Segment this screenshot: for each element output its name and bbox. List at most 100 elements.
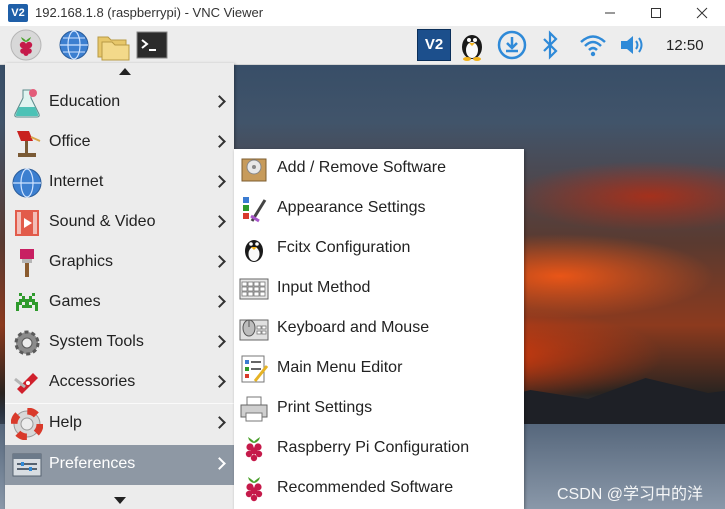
close-button[interactable] [679,0,725,26]
flask-icon [14,89,40,118]
submenu-item-label: Main Menu Editor [277,359,403,376]
chevron-right-icon [213,457,226,470]
menu-item-graphics[interactable]: Graphics [5,243,234,283]
menu-item-label: Internet [49,173,104,190]
menu-item-label: Graphics [49,253,114,270]
vnc-tray-icon: V2 [417,29,451,61]
penguin-icon [245,240,263,262]
raspberry-icon [245,437,263,462]
menu-item-help[interactable]: Help [5,404,234,444]
globe-icon [12,168,42,198]
maximize-icon [651,8,661,18]
chevron-right-icon [213,335,226,348]
lifebuoy-icon [11,408,43,440]
submenu-item-print-settings[interactable]: Print Settings [234,389,524,429]
speaker-icon [621,36,643,54]
menu-editor-icon [241,355,269,383]
menu-item-accessories[interactable]: Accessories [5,363,234,403]
download-icon [497,30,527,60]
preferences-submenu: Add / Remove Software Appearance Setting… [234,149,524,509]
vnc-logo-icon: V2 [8,4,28,22]
chevron-right-icon [213,375,226,388]
raspberry-icon [10,29,42,61]
chevron-right-icon [213,95,226,108]
vnc-server-tray[interactable]: V2 [417,29,451,61]
menu-item-label: Sound & Video [49,213,156,230]
terminal-launcher[interactable] [136,29,168,61]
submenu-item-main-menu-editor[interactable]: Main Menu Editor [234,349,524,389]
desk-lamp-icon [17,131,41,157]
updater-tray[interactable] [497,29,527,61]
chevron-right-icon [213,215,226,228]
watermark: CSDN @学习中的洋 [557,486,704,503]
submenu-item-label: Keyboard and Mouse [277,319,430,336]
globe-icon [59,30,89,60]
keyboard-mouse-icon [239,319,269,341]
fcitx-tray[interactable] [456,29,488,61]
main-menu: Education Office Internet Sound & Video [5,63,234,509]
chevron-right-icon [213,175,226,188]
menu-item-games[interactable]: Games [5,283,234,323]
submenu-item-appearance-settings[interactable]: Appearance Settings [234,189,524,229]
menu-item-label: Help [49,414,82,431]
folder-icon [97,36,130,61]
raspberry-menu-button[interactable] [10,29,42,61]
pi-taskbar: V2 12:50 [0,26,725,65]
chevron-right-icon [213,255,226,268]
wifi-tray[interactable] [578,29,608,61]
menu-item-label: Education [49,93,121,110]
package-icon [241,158,267,182]
film-icon [15,210,39,236]
palette-icon [243,197,267,223]
bluetooth-icon [543,30,558,60]
submenu-item-label: Fcitx Configuration [277,239,411,256]
clock[interactable]: 12:50 [666,37,704,54]
menu-item-system-tools[interactable]: System Tools [5,323,234,363]
submenu-item-raspberry-pi-configuration[interactable]: Raspberry Pi Configuration [234,429,524,469]
submenu-item-fcitx-configuration[interactable]: Fcitx Configuration [234,229,524,269]
menu-item-label: Games [49,293,101,310]
penguin-icon [462,35,482,61]
minimize-button[interactable] [587,0,633,26]
menu-item-sound-video[interactable]: Sound & Video [5,203,234,243]
submenu-item-label: Add / Remove Software [277,159,446,176]
wifi-icon [580,35,606,57]
submenu-item-label: Input Method [277,279,371,296]
submenu-item-recommended-software[interactable]: Recommended Software [234,469,524,509]
submenu-item-add-remove-software[interactable]: Add / Remove Software [234,149,524,189]
submenu-item-input-method[interactable]: Input Method [234,269,524,309]
scroll-up-arrow-icon[interactable] [119,68,131,75]
space-invader-icon [16,293,38,311]
paintbrush-icon [20,249,34,277]
chevron-right-icon [213,135,226,148]
file-manager-launcher[interactable] [96,29,130,61]
menu-item-label: Accessories [49,373,136,390]
terminal-icon [136,31,168,59]
window-title: 192.168.1.8 (raspberrypi) - VNC Viewer [35,5,264,20]
preferences-icon [12,453,42,477]
keyboard-grid-icon [239,278,269,300]
submenu-item-label: Print Settings [277,399,373,416]
maximize-button[interactable] [633,0,679,26]
menu-item-preferences[interactable]: Preferences [5,445,234,485]
window-titlebar: V2 192.168.1.8 (raspberrypi) - VNC Viewe… [0,0,725,26]
menu-item-office[interactable]: Office [5,123,234,163]
chevron-right-icon [213,416,226,429]
submenu-item-label: Raspberry Pi Configuration [277,439,470,456]
web-browser-launcher[interactable] [58,29,90,61]
volume-tray[interactable] [618,29,648,61]
printer-icon [240,396,268,422]
bluetooth-tray[interactable] [538,29,562,61]
swiss-knife-icon [14,373,38,394]
menu-item-internet[interactable]: Internet [5,163,234,203]
chevron-right-icon [213,295,226,308]
menu-item-education[interactable]: Education [5,83,234,123]
minimize-icon [605,12,615,14]
submenu-item-keyboard-and-mouse[interactable]: Keyboard and Mouse [234,309,524,349]
gear-icon [14,330,40,356]
menu-item-label: System Tools [49,333,144,350]
scroll-down-arrow-icon[interactable] [114,497,126,504]
submenu-item-label: Appearance Settings [277,199,426,216]
raspberry-icon [245,477,263,502]
menu-item-label: Preferences [49,455,136,472]
